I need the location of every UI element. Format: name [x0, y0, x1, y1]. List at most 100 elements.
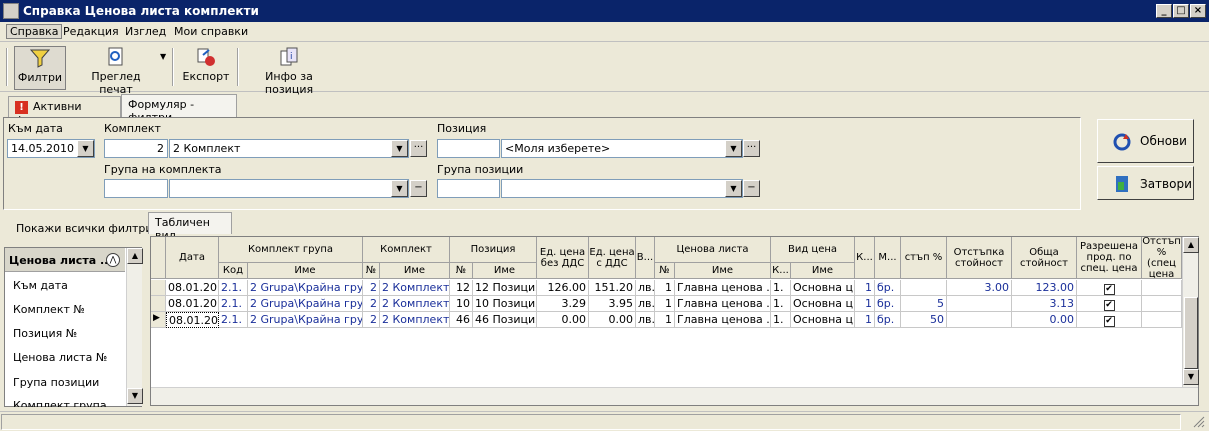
col-discount-pct[interactable]: стъп %	[901, 237, 947, 279]
table-cell-pl_no[interactable]: 1	[655, 296, 675, 312]
col-discount-value[interactable]: Отстъпка стойност	[947, 237, 1012, 279]
table-cell-discount_pct[interactable]: 50	[901, 312, 947, 328]
position-browse-button[interactable]: ···	[743, 140, 760, 157]
table-cell-pos_no[interactable]: 12	[450, 280, 473, 296]
table-cell-total[interactable]: 3.13	[1012, 296, 1077, 312]
col-total-value[interactable]: Обща стойност	[1012, 237, 1077, 279]
table-cell-currency[interactable]: лв.	[636, 296, 655, 312]
table-cell-set_name[interactable]: 2 Комплект	[380, 296, 450, 312]
table-cell-discount_pct[interactable]	[901, 280, 947, 296]
col-position-no[interactable]: №	[450, 263, 473, 279]
minimize-button[interactable]: _	[1156, 4, 1172, 18]
table-cell-allowed[interactable]: ✔	[1077, 296, 1142, 312]
resize-grip-icon[interactable]	[1193, 416, 1205, 428]
table-cell-set_no[interactable]: 2	[363, 296, 380, 312]
table-cell-pt_code[interactable]: 1.	[771, 312, 791, 328]
menu-my-reports[interactable]: Мои справки	[174, 25, 248, 38]
grid-vertical-scrollbar[interactable]: ▲ ▼	[1182, 237, 1199, 387]
col-unit-price-excl[interactable]: Ед. цена без ДДС	[537, 237, 589, 279]
col-set[interactable]: Комплект	[363, 237, 450, 263]
scroll-thumb[interactable]	[1184, 297, 1198, 369]
table-cell-total[interactable]: 123.00	[1012, 280, 1077, 296]
table-cell-date[interactable]: 08.01.20...	[166, 296, 219, 312]
table-cell-qty[interactable]: 1	[855, 280, 875, 296]
checkbox[interactable]: ✔	[1103, 284, 1115, 295]
table-cell-special-discount[interactable]	[1142, 312, 1182, 328]
table-cell-pos_name[interactable]: 46 Позиция	[473, 312, 537, 328]
table-cell-date[interactable]: 08.01.20...	[166, 280, 219, 296]
current-row-indicator-icon[interactable]: ▶	[151, 312, 166, 328]
table-cell-pl_name[interactable]: Главна ценова ...	[675, 296, 771, 312]
col-set-group[interactable]: Комплект група	[219, 237, 363, 263]
list-item[interactable]: Към дата	[13, 279, 68, 292]
set-browse-button[interactable]: ···	[410, 140, 427, 157]
row-indicator[interactable]	[151, 280, 166, 296]
table-cell-pt_name[interactable]: Основна ц...	[791, 312, 855, 328]
set-group-code-field[interactable]	[104, 179, 168, 198]
grid-horizontal-scrollbar[interactable]	[151, 387, 1198, 405]
set-name-field[interactable]: 2 Комплект	[169, 139, 409, 158]
table-cell-sg_code[interactable]: 2.1.	[219, 296, 248, 312]
list-item[interactable]: Позиция №	[13, 327, 77, 340]
maximize-button[interactable]: □	[1173, 4, 1189, 18]
table-cell-set_name[interactable]: 2 Комплект	[380, 280, 450, 296]
col-price-type[interactable]: Вид цена	[771, 237, 855, 263]
table-cell-set_name[interactable]: 2 Комплект	[380, 312, 450, 328]
collapse-icon[interactable]: ⋀	[106, 253, 120, 267]
col-position-name[interactable]: Име	[473, 263, 537, 279]
col-special-discount[interactable]: Отстъп % (спец цена	[1142, 237, 1182, 279]
col-pricelist-no[interactable]: №	[655, 263, 675, 279]
table-cell-price_incl[interactable]: 151.20	[589, 280, 636, 296]
col-position[interactable]: Позиция	[450, 237, 537, 263]
table-cell-allowed[interactable]: ✔	[1077, 280, 1142, 296]
table-cell-pos_name[interactable]: 10 Позиция	[473, 296, 537, 312]
table-cell-sg_name[interactable]: 2 Grupa\Крайна група	[248, 296, 363, 312]
table-cell-set_no[interactable]: 2	[363, 280, 380, 296]
set-dropdown-icon[interactable]: ▼	[391, 140, 408, 157]
table-cell-price_incl[interactable]: 0.00	[589, 312, 636, 328]
col-set-group-code[interactable]: Код	[219, 263, 248, 279]
col-measure[interactable]: М...	[875, 237, 901, 279]
table-cell-qty[interactable]: 1	[855, 312, 875, 328]
menu-view[interactable]: Изглед	[125, 25, 166, 38]
close-button[interactable]: ×	[1190, 4, 1206, 18]
list-item[interactable]: Комплект №	[13, 303, 85, 316]
list-item[interactable]: Група позиции	[13, 376, 99, 389]
table-cell-pt_name[interactable]: Основна ц...	[791, 280, 855, 296]
tab-form-filters[interactable]: Формуляр - филтри	[121, 94, 237, 124]
table-cell-pl_name[interactable]: Главна ценова ...	[675, 312, 771, 328]
menu-edit[interactable]: Редакция	[63, 25, 119, 38]
table-cell-price_excl[interactable]: 126.00	[537, 280, 589, 296]
table-cell-measure[interactable]: бр.	[875, 312, 901, 328]
scroll-down-icon[interactable]: ▼	[1183, 369, 1199, 385]
menu-report[interactable]: Справка	[6, 24, 63, 39]
table-cell-discount_value[interactable]: 3.00	[947, 280, 1012, 296]
table-cell-total[interactable]: 0.00	[1012, 312, 1077, 328]
scroll-down-icon[interactable]: ▼	[127, 388, 143, 404]
table-cell-pt_code[interactable]: 1.	[771, 280, 791, 296]
col-allowed-special-sale[interactable]: Разрешена прод. по спец. цена	[1077, 237, 1142, 279]
scroll-up-icon[interactable]: ▲	[1183, 237, 1199, 253]
table-cell-qty[interactable]: 1	[855, 296, 875, 312]
table-cell-special-discount[interactable]	[1142, 296, 1182, 312]
list-item[interactable]: Ценова листа №	[13, 351, 107, 364]
table-cell-price_incl[interactable]: 3.95	[589, 296, 636, 312]
table-cell-pl_name[interactable]: Главна ценова ...	[675, 280, 771, 296]
table-cell-price_excl[interactable]: 3.29	[537, 296, 589, 312]
table-cell-pos_name[interactable]: 12 Позиция	[473, 280, 537, 296]
filters-button[interactable]: Филтри	[14, 46, 66, 90]
position-code-field[interactable]	[437, 139, 500, 158]
col-set-group-name[interactable]: Име	[248, 263, 363, 279]
table-cell-pl_no[interactable]: 1	[655, 312, 675, 328]
checkbox[interactable]: ✔	[1103, 316, 1115, 327]
close-dialog-button[interactable]: Затвори	[1097, 166, 1194, 200]
table-cell-discount_pct[interactable]: 5	[901, 296, 947, 312]
table-cell-pos_no[interactable]: 46	[450, 312, 473, 328]
table-cell-pl_no[interactable]: 1	[655, 280, 675, 296]
filter-field-list-header[interactable]: Ценова листа ... ⋀	[5, 248, 125, 272]
col-qty[interactable]: К...	[855, 237, 875, 279]
checkbox[interactable]: ✔	[1103, 300, 1115, 311]
table-cell-measure[interactable]: бр.	[875, 296, 901, 312]
tab-table-view[interactable]: Табличен вид	[148, 212, 232, 242]
col-currency[interactable]: В...	[636, 237, 655, 279]
